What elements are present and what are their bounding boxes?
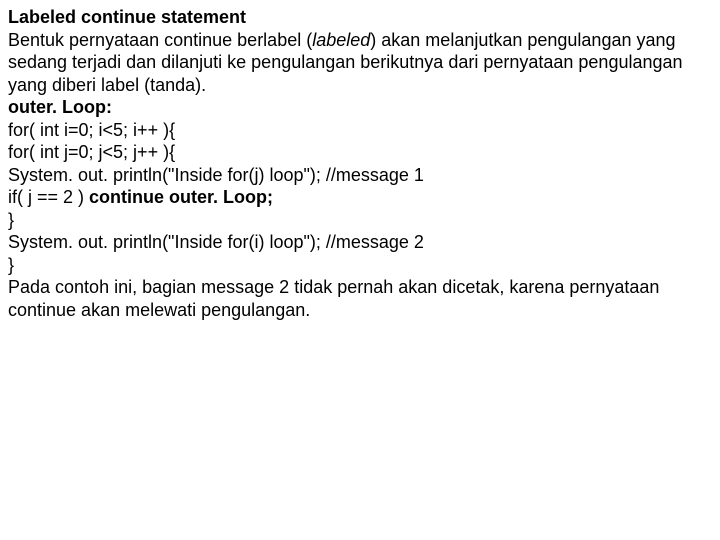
intro-italic-label: labeled [312, 30, 370, 50]
code-line-4: System. out. println("Inside for(j) loop… [8, 164, 712, 187]
document-page: Labeled continue statement Bentuk pernya… [0, 0, 720, 327]
code-line-5: if( j == 2 ) continue outer. Loop; [8, 186, 712, 209]
heading: Labeled continue statement [8, 6, 712, 29]
code-line-1: outer. Loop: [8, 96, 712, 119]
code-line-2: for( int i=0; i<5; i++ ){ [8, 119, 712, 142]
code-line-3: for( int j=0; j<5; j++ ){ [8, 141, 712, 164]
code-line-5b: continue outer. Loop; [89, 187, 273, 207]
intro-part-a: Bentuk pernyataan continue berlabel ( [8, 30, 312, 50]
code-line-6: } [8, 209, 712, 232]
paragraph-outro: Pada contoh ini, bagian message 2 tidak … [8, 276, 712, 321]
code-line-7: System. out. println("Inside for(i) loop… [8, 231, 712, 254]
code-line-5a: if( j == 2 ) [8, 187, 89, 207]
code-line-8: } [8, 254, 712, 277]
paragraph-intro: Bentuk pernyataan continue berlabel (lab… [8, 29, 712, 97]
